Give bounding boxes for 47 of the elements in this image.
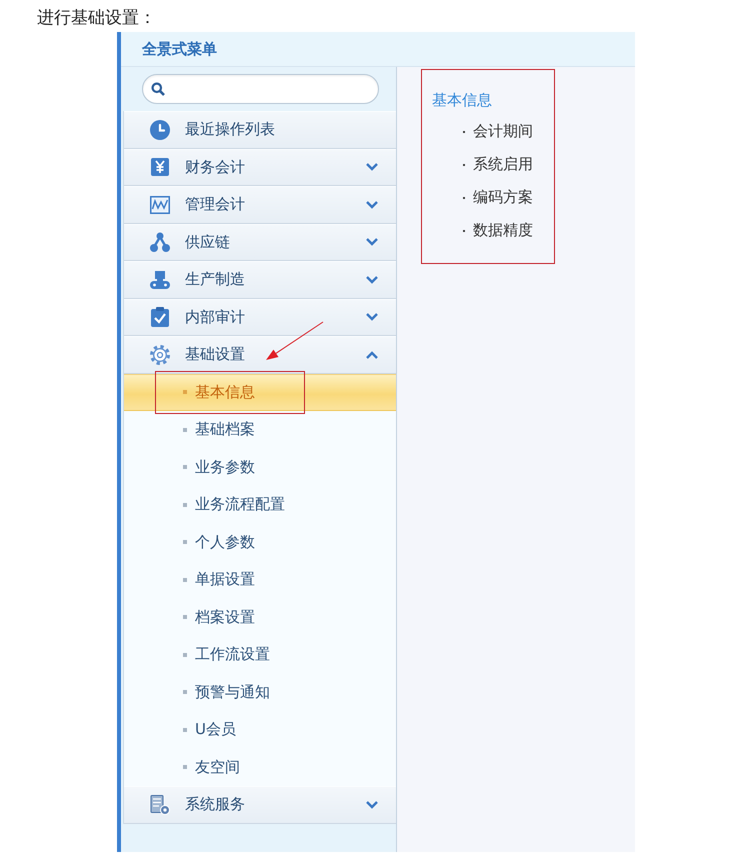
menu-item[interactable]: 内部审计 <box>124 298 396 336</box>
bullet-icon <box>183 578 187 582</box>
submenu-item[interactable]: 预警与通知 <box>124 674 396 711</box>
search-field[interactable] <box>142 74 379 104</box>
submenu-item[interactable]: 单据设置 <box>124 561 396 598</box>
machine-icon <box>150 270 170 289</box>
submenu-item[interactable]: 个人参数 <box>124 524 396 561</box>
panel-link[interactable]: 会计期间 <box>463 115 554 148</box>
gear-icon <box>150 344 170 365</box>
bullet-icon <box>183 465 187 470</box>
bullet-icon <box>183 652 187 657</box>
bullet-icon <box>183 615 187 620</box>
submenu-item[interactable]: 基础档案 <box>124 411 396 448</box>
menu-item[interactable]: 管理会计 <box>124 186 396 224</box>
bullet-icon <box>183 765 187 770</box>
submenu-item[interactable]: 业务流程配置 <box>124 486 396 524</box>
caption-text: 进行基础设置： <box>37 7 156 29</box>
submenu-item[interactable]: 工作流设置 <box>124 636 396 674</box>
menu-item[interactable]: 供应链 <box>124 224 396 261</box>
menu-title: 全景式菜单 <box>142 40 217 58</box>
chart-icon <box>150 196 170 214</box>
bullet-icon <box>183 502 187 507</box>
menu-item[interactable]: 财务会计 <box>124 148 396 186</box>
annotation-arrow <box>266 322 324 360</box>
submenu-item[interactable]: 业务参数 <box>124 448 396 486</box>
search-icon <box>151 82 165 96</box>
submenu-item[interactable]: U会员 <box>124 711 396 748</box>
panel-link[interactable]: 系统启用 <box>463 148 554 181</box>
panel-link[interactable]: 数据精度 <box>463 214 554 247</box>
menu-item[interactable]: 最近操作列表 <box>124 111 396 148</box>
bullet-icon <box>183 540 187 544</box>
submenu-item[interactable]: 友空间 <box>124 748 396 786</box>
menu-item[interactable]: 生产制造 <box>124 261 396 298</box>
menu-item[interactable]: 系统服务 <box>124 786 396 824</box>
nodes-icon <box>150 232 170 252</box>
clock-icon <box>150 120 170 140</box>
panel-title: 基本信息 <box>432 90 493 110</box>
menu-item[interactable]: 基础设置 <box>124 336 396 374</box>
panel-link[interactable]: 编码方案 <box>463 181 554 214</box>
yen-icon <box>151 158 169 176</box>
clipboard-check-icon <box>151 307 169 328</box>
server-gear-icon <box>150 794 170 815</box>
bullet-icon <box>183 728 187 732</box>
bullet-icon <box>183 428 187 432</box>
bullet-icon <box>183 690 187 694</box>
submenu-item[interactable]: 档案设置 <box>124 598 396 636</box>
bullet-icon <box>183 390 187 394</box>
